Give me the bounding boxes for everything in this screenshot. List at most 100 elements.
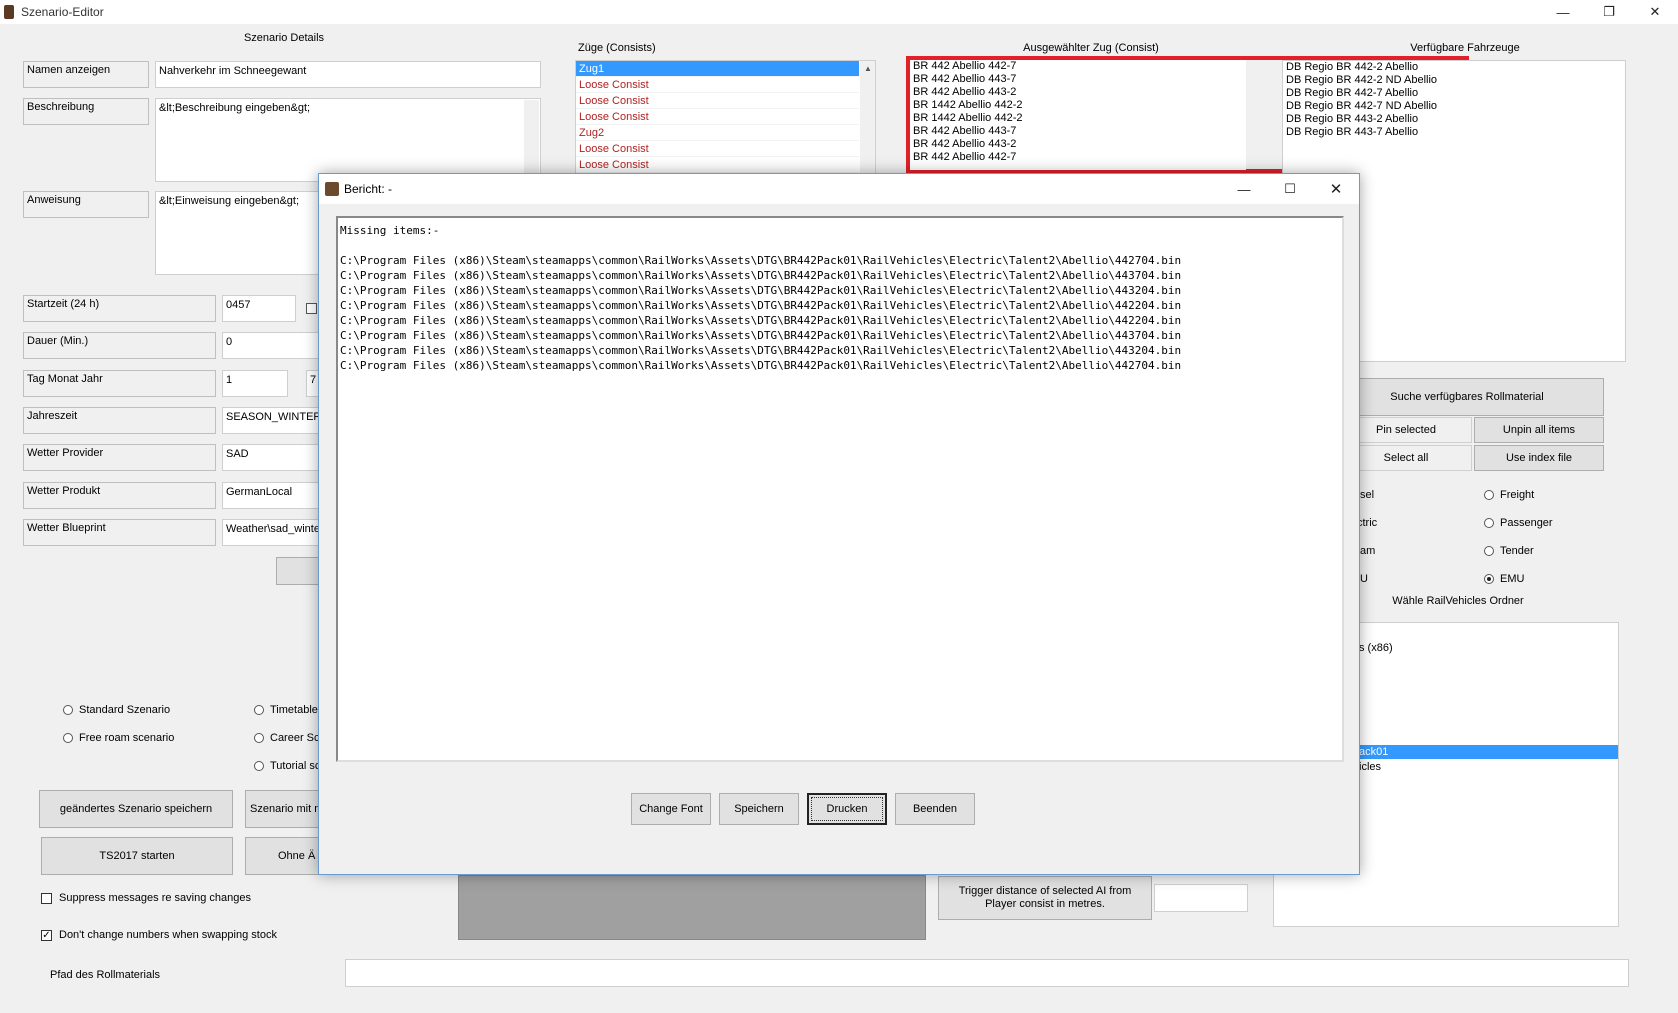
weather-product-input[interactable]: GermanLocal [222,482,322,509]
type-radio-electric[interactable]: ctric [1357,517,1377,529]
close-icon[interactable]: ✕ [1313,177,1359,201]
minimize-icon[interactable]: — [1221,177,1267,201]
report-dialog: Bericht: - — ☐ ✕ Missing items:- C:\Prog… [318,173,1360,875]
radio-tutorial[interactable]: Tutorial sc [254,760,320,772]
preview-panel [458,875,926,940]
weather-blueprint-input[interactable]: Weather\sad_winte [222,519,322,546]
save-changed-scenario-button[interactable]: geändertes Szenario speichern [39,790,233,828]
consists-scrollbar[interactable]: ▲ [860,61,875,173]
path-input[interactable] [345,959,1629,987]
radio-dot [254,733,264,743]
dont-change-numbers-checkbox[interactable]: ✓ Don't change numbers when swapping stoc… [41,929,277,941]
dialog-titlebar: Bericht: - — ☐ ✕ [319,174,1359,204]
print-report-button[interactable]: Drucken [807,793,887,825]
season-label: Jahreszeit [23,407,216,434]
available-vehicle-item[interactable]: DB Regio BR 443-2 Abellio [1283,113,1625,126]
folder-tree-title: Wähle RailVehicles Ordner [1392,595,1524,607]
radio-standard-scenario[interactable]: Standard Szenario [63,704,170,716]
weather-provider-input[interactable]: SAD [222,444,322,471]
maximize-icon[interactable]: ☐ [1267,177,1313,201]
starttime-input[interactable]: 0457 [222,295,296,322]
available-vehicle-item[interactable]: DB Regio BR 442-7 ND Abellio [1283,100,1625,113]
available-vehicle-item[interactable]: DB Regio BR 442-2 ND Abellio [1283,74,1625,87]
radio-timetable[interactable]: Timetable [254,704,318,716]
consist-item[interactable]: Loose Consist [576,93,859,109]
folder-item[interactable]: s (x86) [1356,640,1393,656]
selected-consist-list[interactable]: BR 442 Abellio 442-7 BR 442 Abellio 443-… [910,60,1246,170]
selected-consist-item[interactable]: BR 442 Abellio 443-7 [910,73,1246,86]
selected-consist-item[interactable]: BR 442 Abellio 443-2 [910,86,1246,99]
consist-item[interactable]: Loose Consist [576,157,859,173]
window-titlebar: Szenario-Editor — ❐ ✕ [0,0,1678,24]
type-radio-diesel[interactable]: sel [1360,489,1374,501]
radio-free-roam[interactable]: Free roam scenario [63,732,174,744]
description-textarea[interactable]: &lt;Beschreibung eingeben&gt; [155,98,541,182]
selected-consist-item[interactable]: BR 442 Abellio 443-7 [910,125,1246,138]
checkbox-box: ✓ [41,929,52,941]
suppress-messages-checkbox[interactable]: Suppress messages re saving changes [41,892,251,904]
scroll-up-icon[interactable]: ▲ [860,61,875,77]
selected-consist-item[interactable]: BR 442 Abellio 442-7 [910,60,1246,73]
consist-item[interactable]: Zug1 [576,61,859,77]
radio-emu[interactable]: EMU [1484,573,1524,585]
description-label: Beschreibung [23,98,149,125]
details-section-title: Szenario Details [243,32,325,44]
close-icon[interactable]: ✕ [1632,0,1678,24]
description-scrollbar[interactable] [524,100,539,180]
radio-career[interactable]: Career Sc [254,732,320,744]
maximize-icon[interactable]: ❐ [1586,0,1632,24]
report-textarea[interactable]: Missing items:- C:\Program Files (x86)\S… [336,216,1344,762]
season-input[interactable]: SEASON_WINTER [222,407,322,434]
without-changes-button[interactable]: Ohne Ä [245,837,325,875]
weather-blueprint-label: Wetter Blueprint [23,519,216,546]
save-report-button[interactable]: Speichern [719,793,799,825]
radio-passenger[interactable]: Passenger [1484,517,1553,529]
consists-list[interactable]: Zug1 Loose Consist Loose Consist Loose C… [575,60,876,174]
search-rolling-stock-button[interactable]: Suche verfügbares Rollmaterial [1330,378,1604,416]
unpin-all-button[interactable]: Unpin all items [1474,417,1604,443]
consist-item[interactable]: Loose Consist [576,77,859,93]
day-input[interactable]: 1 [222,370,288,397]
report-line: C:\Program Files (x86)\Steam\steamapps\c… [340,359,1182,372]
dialog-app-icon [325,182,339,196]
available-vehicle-item[interactable]: DB Regio BR 443-7 Abellio [1283,126,1625,139]
trigger-distance-label: Trigger distance of selected AI from Pla… [938,876,1152,920]
duration-label: Dauer (Min.) [23,332,216,359]
available-vehicles-title: Verfügbare Fahrzeuge [1410,42,1520,54]
type-radio-steam[interactable]: am [1360,545,1375,557]
selected-consist-item[interactable]: BR 1442 Abellio 442-2 [910,99,1246,112]
consist-item[interactable]: Zug2 [576,125,859,141]
selected-consist-item[interactable]: BR 1442 Abellio 442-2 [910,112,1246,125]
consists-title: Züge (Consists) [578,42,656,54]
report-line: C:\Program Files (x86)\Steam\steamapps\c… [340,284,1182,297]
radio-freight[interactable]: Freight [1484,489,1534,501]
change-font-button[interactable]: Change Font [631,793,711,825]
starttime-checkbox[interactable] [306,303,317,314]
duration-input[interactable]: 0 [222,332,322,359]
instruction-label: Anweisung [23,191,149,218]
minimize-icon[interactable]: — [1540,0,1586,24]
report-header: Missing items:- [340,224,440,237]
save-scenario-with-button[interactable]: Szenario mit n [245,790,325,828]
quit-dialog-button[interactable]: Beenden [895,793,975,825]
available-vehicle-item[interactable]: DB Regio BR 442-7 Abellio [1283,87,1625,100]
available-vehicle-item[interactable]: DB Regio BR 442-2 Abellio [1283,61,1625,74]
radio-dot [1484,518,1494,528]
starttime-label: Startzeit (24 h) [23,295,216,322]
report-blank-line [340,238,1340,253]
checkbox-box [41,892,52,904]
trigger-distance-input[interactable] [1154,884,1248,912]
selected-consist-item[interactable]: BR 442 Abellio 443-2 [910,138,1246,151]
consist-item[interactable]: Loose Consist [576,109,859,125]
radio-tender[interactable]: Tender [1484,545,1534,557]
consist-item[interactable]: Loose Consist [576,141,859,157]
dialog-title: Bericht: - [344,182,393,196]
type-radio-dmu[interactable]: U [1360,573,1368,585]
selected-consist-item[interactable]: BR 442 Abellio 442-7 [910,151,1246,164]
app-icon [4,5,14,19]
use-index-file-button[interactable]: Use index file [1474,445,1604,471]
folder-item-selected[interactable]: ack01 [1356,745,1618,759]
name-input[interactable]: Nahverkehr im Schneegewant [155,61,541,88]
selected-consist-title: Ausgewählter Zug (Consist) [1023,42,1159,54]
start-ts2017-button[interactable]: TS2017 starten [41,837,233,875]
